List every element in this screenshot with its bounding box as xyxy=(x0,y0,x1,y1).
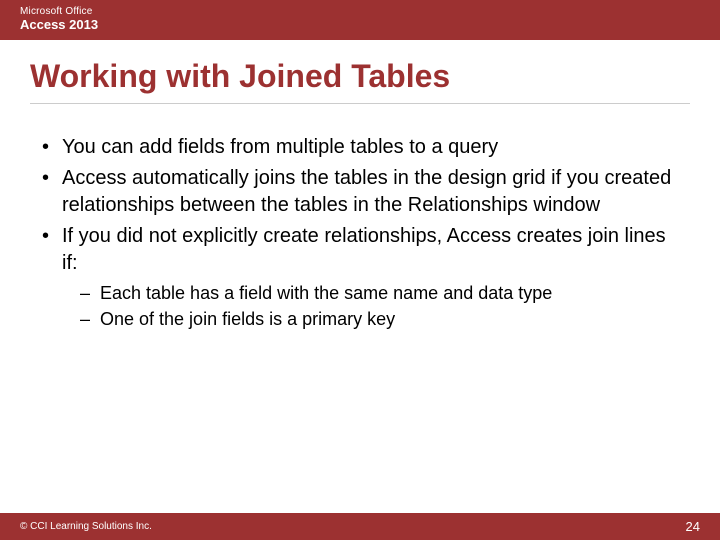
bullet-list: You can add fields from multiple tables … xyxy=(40,134,680,332)
bullet-item: You can add fields from multiple tables … xyxy=(40,134,680,161)
bullet-text: If you did not explicitly create relatio… xyxy=(62,225,666,274)
slide-body: You can add fields from multiple tables … xyxy=(0,114,720,513)
slide-title: Working with Joined Tables xyxy=(30,58,690,95)
sub-bullet-item: One of the join fields is a primary key xyxy=(80,307,680,331)
slide: Microsoft Office Access 2013 Working wit… xyxy=(0,0,720,540)
bullet-text: You can add fields from multiple tables … xyxy=(62,136,498,158)
sub-bullet-item: Each table has a field with the same nam… xyxy=(80,281,680,305)
slide-footer: © CCI Learning Solutions Inc. 24 xyxy=(0,513,720,540)
title-divider xyxy=(30,103,690,104)
bullet-item: Access automatically joins the tables in… xyxy=(40,165,680,219)
slide-header: Microsoft Office Access 2013 xyxy=(0,0,720,40)
title-area: Working with Joined Tables xyxy=(0,40,720,114)
sub-bullet-list: Each table has a field with the same nam… xyxy=(80,281,680,332)
bullet-item: If you did not explicitly create relatio… xyxy=(40,223,680,332)
header-brand-line1: Microsoft Office xyxy=(20,6,700,17)
sub-bullet-text: One of the join fields is a primary key xyxy=(100,309,395,329)
footer-page-number: 24 xyxy=(686,519,700,534)
header-brand-line2: Access 2013 xyxy=(20,17,700,32)
sub-bullet-text: Each table has a field with the same nam… xyxy=(100,283,552,303)
bullet-text: Access automatically joins the tables in… xyxy=(62,167,671,216)
footer-copyright: © CCI Learning Solutions Inc. xyxy=(20,521,152,532)
